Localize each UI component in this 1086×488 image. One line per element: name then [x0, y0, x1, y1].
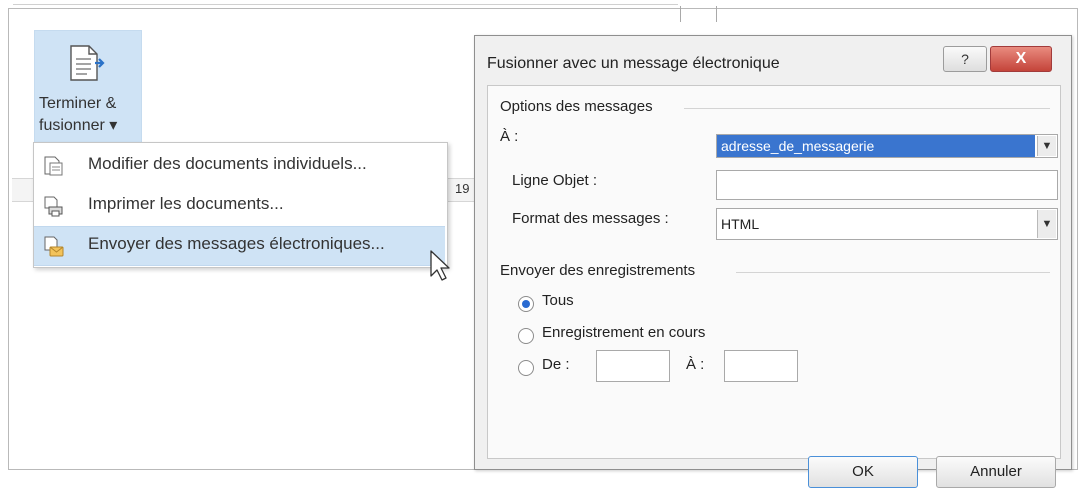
printer-icon: [44, 196, 63, 217]
format-select[interactable]: HTML ▼: [716, 208, 1058, 240]
section-divider: [684, 108, 1050, 109]
ok-button[interactable]: OK: [808, 456, 918, 488]
radio-current-label: Enregistrement en cours: [542, 324, 706, 341]
radio-all[interactable]: [518, 296, 534, 312]
subject-input[interactable]: [716, 170, 1058, 200]
help-button[interactable]: ?: [943, 46, 987, 72]
menu-item-edit-documents[interactable]: Modifier des documents individuels...: [34, 147, 445, 185]
dialog-title: Fusionner avec un message électronique: [487, 55, 780, 72]
to-field-value: adresse_de_messagerie: [717, 135, 1035, 157]
menu-item-print-documents[interactable]: Imprimer les documents...: [34, 187, 445, 225]
to-field-select[interactable]: adresse_de_messagerie ▼: [716, 134, 1058, 158]
menu-item-send-emails[interactable]: Envoyer des messages électroniques...: [34, 226, 445, 266]
finish-merge-button[interactable]: Terminer & fusionner ▾: [34, 30, 142, 156]
radio-from-label: De :: [542, 356, 570, 373]
radio-all-label: Tous: [542, 292, 574, 309]
document-arrow-icon: [70, 45, 105, 81]
ribbon-separator: [13, 4, 678, 5]
chevron-down-icon: ▼: [1037, 210, 1056, 238]
subject-label: Ligne Objet :: [512, 172, 598, 189]
format-label: Format des messages :: [512, 210, 669, 227]
document-edit-icon: [44, 156, 63, 176]
merge-email-dialog: Fusionner avec un message électronique ?…: [474, 35, 1072, 488]
button-label-line1: Terminer &: [39, 95, 117, 112]
close-button[interactable]: X: [990, 46, 1052, 72]
mail-icon: [44, 236, 64, 257]
range-to-label: À :: [686, 356, 705, 373]
ruler-number: 19: [455, 181, 470, 196]
button-label-line2: fusionner ▾: [39, 117, 118, 134]
ruler-tick: [680, 6, 681, 22]
mouse-cursor-icon: [430, 250, 450, 281]
cancel-button[interactable]: Annuler: [936, 456, 1056, 488]
menu-item-label: Envoyer des messages électroniques...: [88, 234, 385, 253]
ruler-tick: [716, 6, 717, 22]
section-divider: [736, 272, 1050, 273]
chevron-down-icon: ▼: [1037, 136, 1056, 156]
menu-item-label: Modifier des documents individuels...: [88, 154, 367, 173]
to-label: À :: [500, 128, 519, 145]
send-section-title: Envoyer des enregistrements: [500, 262, 696, 279]
format-value: HTML: [721, 216, 760, 232]
from-input[interactable]: [596, 350, 670, 382]
range-to-input[interactable]: [724, 350, 798, 382]
finish-merge-menu: Modifier des documents individuels... Im…: [33, 142, 448, 268]
menu-item-label: Imprimer les documents...: [88, 194, 284, 213]
radio-current-record[interactable]: [518, 328, 534, 344]
options-section-title: Options des messages: [500, 98, 653, 115]
dialog-body: Options des messages À : adresse_de_mess…: [487, 85, 1061, 488]
radio-from[interactable]: [518, 360, 534, 376]
